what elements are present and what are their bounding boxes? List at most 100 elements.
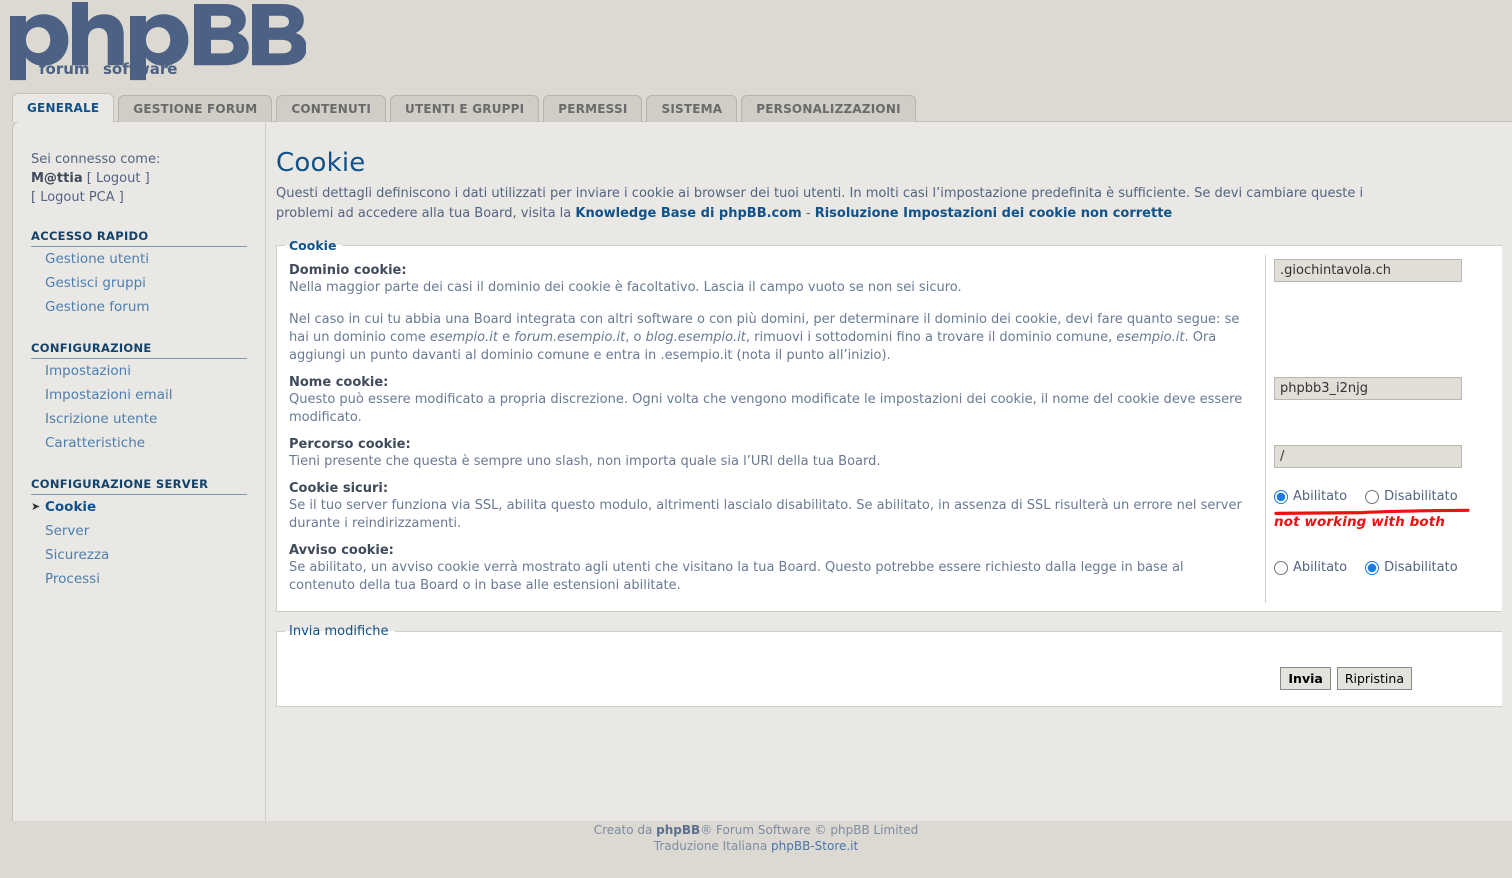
cookie-fieldset-body: Dominio cookie: Nella maggior parte dei … bbox=[277, 253, 1502, 611]
desc-domain-d: , rimuovi i sottodomini fino a trovare i… bbox=[745, 330, 1117, 345]
desc-cookie-notice: Se abilitato, un avviso cookie verrà mos… bbox=[289, 560, 1184, 593]
user-identity-row: M@ttia [ Logout ] bbox=[31, 169, 265, 188]
label-cookie-path: Percorso cookie: bbox=[289, 437, 411, 452]
annotation-not-working-with-both: not working with both bbox=[1274, 514, 1445, 530]
username: M@ttia bbox=[31, 171, 83, 186]
admin-panel: Sei connesso come: M@ttia [ Logout ] [ L… bbox=[12, 121, 1512, 821]
desc-sep: - bbox=[801, 206, 815, 221]
sidebar-item-cookie-label: Cookie bbox=[45, 499, 97, 515]
tab-generale[interactable]: GENERALE bbox=[12, 93, 115, 122]
logo-registered-mark: ® bbox=[164, 62, 173, 72]
cookie-notice-enabled-radio[interactable] bbox=[1274, 560, 1288, 575]
desc-domain-em1: esempio.it bbox=[429, 330, 498, 345]
cookie-secure-enabled-radio[interactable] bbox=[1274, 489, 1288, 504]
desc-cookie-domain-2: Nel caso in cui tu abbia una Board integ… bbox=[289, 311, 1253, 365]
tab-gestione-forum[interactable]: GESTIONE FORUM bbox=[118, 95, 273, 122]
label-cookie-notice: Avviso cookie: bbox=[289, 543, 394, 558]
cookie-secure-control: Abilitato Disabilitato not working with … bbox=[1274, 489, 1498, 530]
sidebar-item-sicurezza[interactable]: Sicurezza bbox=[31, 543, 265, 567]
logout-link[interactable]: [ Logout ] bbox=[87, 171, 150, 186]
page-footer: Creato da phpBB® Forum Software © phpBB … bbox=[0, 822, 1512, 854]
submit-fieldset-legend: Invia modifiche bbox=[289, 624, 389, 639]
footer-credit-post: ® Forum Software © phpBB Limited bbox=[700, 823, 919, 837]
footer-translation-pre: Traduzione Italiana bbox=[653, 839, 772, 853]
sidebar: Sei connesso come: M@ttia [ Logout ] [ L… bbox=[13, 122, 266, 821]
active-arrow-icon: ➤ bbox=[31, 500, 41, 513]
cookie-secure-disabled-radio[interactable] bbox=[1365, 489, 1380, 504]
footer-line-1: Creato da phpBB® Forum Software © phpBB … bbox=[0, 822, 1512, 838]
desc-cookie-domain-1: Nella maggior parte dei casi il dominio … bbox=[289, 280, 962, 295]
cookie-domain-input[interactable] bbox=[1274, 259, 1462, 282]
cookie-secure-disabled-label: Disabilitato bbox=[1384, 489, 1458, 504]
cookie-notice-disabled-option[interactable]: Disabilitato bbox=[1365, 560, 1458, 575]
sidebar-heading-configurazione: CONFIGURAZIONE bbox=[31, 341, 247, 359]
sidebar-item-processi[interactable]: Processi bbox=[31, 567, 265, 591]
logo-tagline-left: forum bbox=[39, 60, 90, 78]
label-cookie-secure: Cookie sicuri: bbox=[289, 481, 389, 496]
cookie-notice-enabled-label: Abilitato bbox=[1293, 560, 1348, 575]
label-cookie-name: Nome cookie: bbox=[289, 375, 389, 390]
cookie-notice-enabled-option[interactable]: Abilitato bbox=[1274, 560, 1347, 575]
sidebar-item-impostazioni[interactable]: Impostazioni bbox=[31, 359, 265, 383]
desc-domain-b: e bbox=[497, 330, 515, 345]
sidebar-list-configurazione-server: ➤ Cookie Server Sicurezza Processi bbox=[31, 495, 265, 591]
cookie-path-input[interactable] bbox=[1274, 445, 1462, 468]
tab-personalizzazioni[interactable]: PERSONALIZZAZIONI bbox=[741, 95, 916, 122]
field-controls-column: Abilitato Disabilitato not working with … bbox=[1265, 255, 1502, 603]
cookie-notice-radio-group: Abilitato Disabilitato bbox=[1274, 560, 1498, 575]
cookie-name-control bbox=[1274, 377, 1498, 400]
sidebar-list-configurazione: Impostazioni Impostazioni email Iscrizio… bbox=[31, 359, 265, 455]
cookie-notice-disabled-radio[interactable] bbox=[1365, 560, 1380, 575]
phpbb-logo: forum software ® bbox=[10, 2, 306, 81]
tab-utenti-e-gruppi[interactable]: UTENTI E GRUPPI bbox=[390, 95, 540, 122]
cookie-secure-enabled-label: Abilitato bbox=[1293, 489, 1348, 504]
cookie-notice-disabled-label: Disabilitato bbox=[1384, 560, 1458, 575]
main-content: Cookie Questi dettagli definiscono i dat… bbox=[266, 122, 1512, 821]
logout-pca-link[interactable]: [ Logout PCA ] bbox=[31, 190, 124, 205]
sidebar-item-gestisci-gruppi[interactable]: Gestisci gruppi bbox=[31, 271, 265, 295]
sidebar-item-gestione-utenti[interactable]: Gestione utenti bbox=[31, 247, 265, 271]
footer-store-link[interactable]: phpBB-Store.it bbox=[771, 839, 858, 853]
sidebar-item-caratteristiche[interactable]: Caratteristiche bbox=[31, 431, 265, 455]
kb-link[interactable]: Knowledge Base di phpBB.com bbox=[575, 206, 801, 221]
sidebar-heading-configurazione-server: CONFIGURAZIONE SERVER bbox=[31, 477, 247, 495]
desc-cookie-path: Tieni presente che questa è sempre uno s… bbox=[289, 454, 881, 469]
tab-sistema[interactable]: SISTEMA bbox=[646, 95, 738, 122]
cookie-troubleshoot-link[interactable]: Risoluzione Impostazioni dei cookie non … bbox=[815, 206, 1173, 221]
reset-button[interactable]: Ripristina bbox=[1336, 667, 1412, 690]
desc-domain-em4: esempio.it bbox=[1116, 330, 1185, 345]
tab-contenuti[interactable]: CONTENUTI bbox=[276, 95, 387, 122]
field-descriptions-column: Dominio cookie: Nella maggior parte dei … bbox=[277, 255, 1265, 603]
page-description: Questi dettagli definiscono i dati utili… bbox=[276, 184, 1512, 224]
desc-cookie-secure: Se il tuo server funziona via SSL, abili… bbox=[289, 498, 1242, 531]
submit-button[interactable]: Invia bbox=[1280, 667, 1331, 690]
cookie-secure-radio-group: Abilitato Disabilitato bbox=[1274, 489, 1498, 515]
cookie-name-input[interactable] bbox=[1274, 377, 1462, 400]
footer-phpbb-link[interactable]: phpBB bbox=[656, 823, 700, 837]
label-cookie-domain: Dominio cookie: bbox=[289, 263, 407, 278]
cookie-secure-disabled-option[interactable]: Disabilitato bbox=[1365, 489, 1458, 504]
connected-as-label: Sei connesso come: bbox=[31, 152, 161, 167]
submit-buttons-row: Invia Ripristina bbox=[277, 639, 1502, 690]
cookie-secure-enabled-option[interactable]: Abilitato bbox=[1274, 489, 1347, 504]
desc-domain-c: , o bbox=[625, 330, 646, 345]
page-desc-line2-pre: problemi ad accedere alla tua Board, vis… bbox=[276, 206, 576, 221]
sidebar-list-accesso-rapido: Gestione utenti Gestisci gruppi Gestione… bbox=[31, 247, 265, 319]
sidebar-heading-accesso-rapido: ACCESSO RAPIDO bbox=[31, 229, 247, 247]
cookie-settings-fieldset: Cookie Dominio cookie: Nella maggior par… bbox=[276, 238, 1502, 612]
cookie-fieldset-legend: Cookie bbox=[289, 238, 337, 253]
submit-fieldset: Invia modifiche Invia Ripristina bbox=[276, 624, 1502, 707]
tab-permessi[interactable]: PERMESSI bbox=[543, 95, 643, 122]
main-tab-bar: GENERALE GESTIONE FORUM CONTENUTI UTENTI… bbox=[12, 93, 920, 122]
sidebar-item-iscrizione-utente[interactable]: Iscrizione utente bbox=[31, 407, 265, 431]
page-header: forum software ® bbox=[0, 0, 1512, 88]
sidebar-item-gestione-forum[interactable]: Gestione forum bbox=[31, 295, 265, 319]
sidebar-item-impostazioni-email[interactable]: Impostazioni email bbox=[31, 383, 265, 407]
cookie-notice-control: Abilitato Disabilitato bbox=[1274, 560, 1498, 575]
footer-credit-pre: Creato da bbox=[593, 823, 657, 837]
cookie-domain-control bbox=[1274, 259, 1498, 282]
footer-line-2: Traduzione Italiana phpBB-Store.it bbox=[0, 838, 1512, 854]
sidebar-item-server[interactable]: Server bbox=[31, 519, 265, 543]
page-title: Cookie bbox=[276, 148, 366, 178]
sidebar-item-cookie[interactable]: ➤ Cookie bbox=[31, 495, 265, 519]
